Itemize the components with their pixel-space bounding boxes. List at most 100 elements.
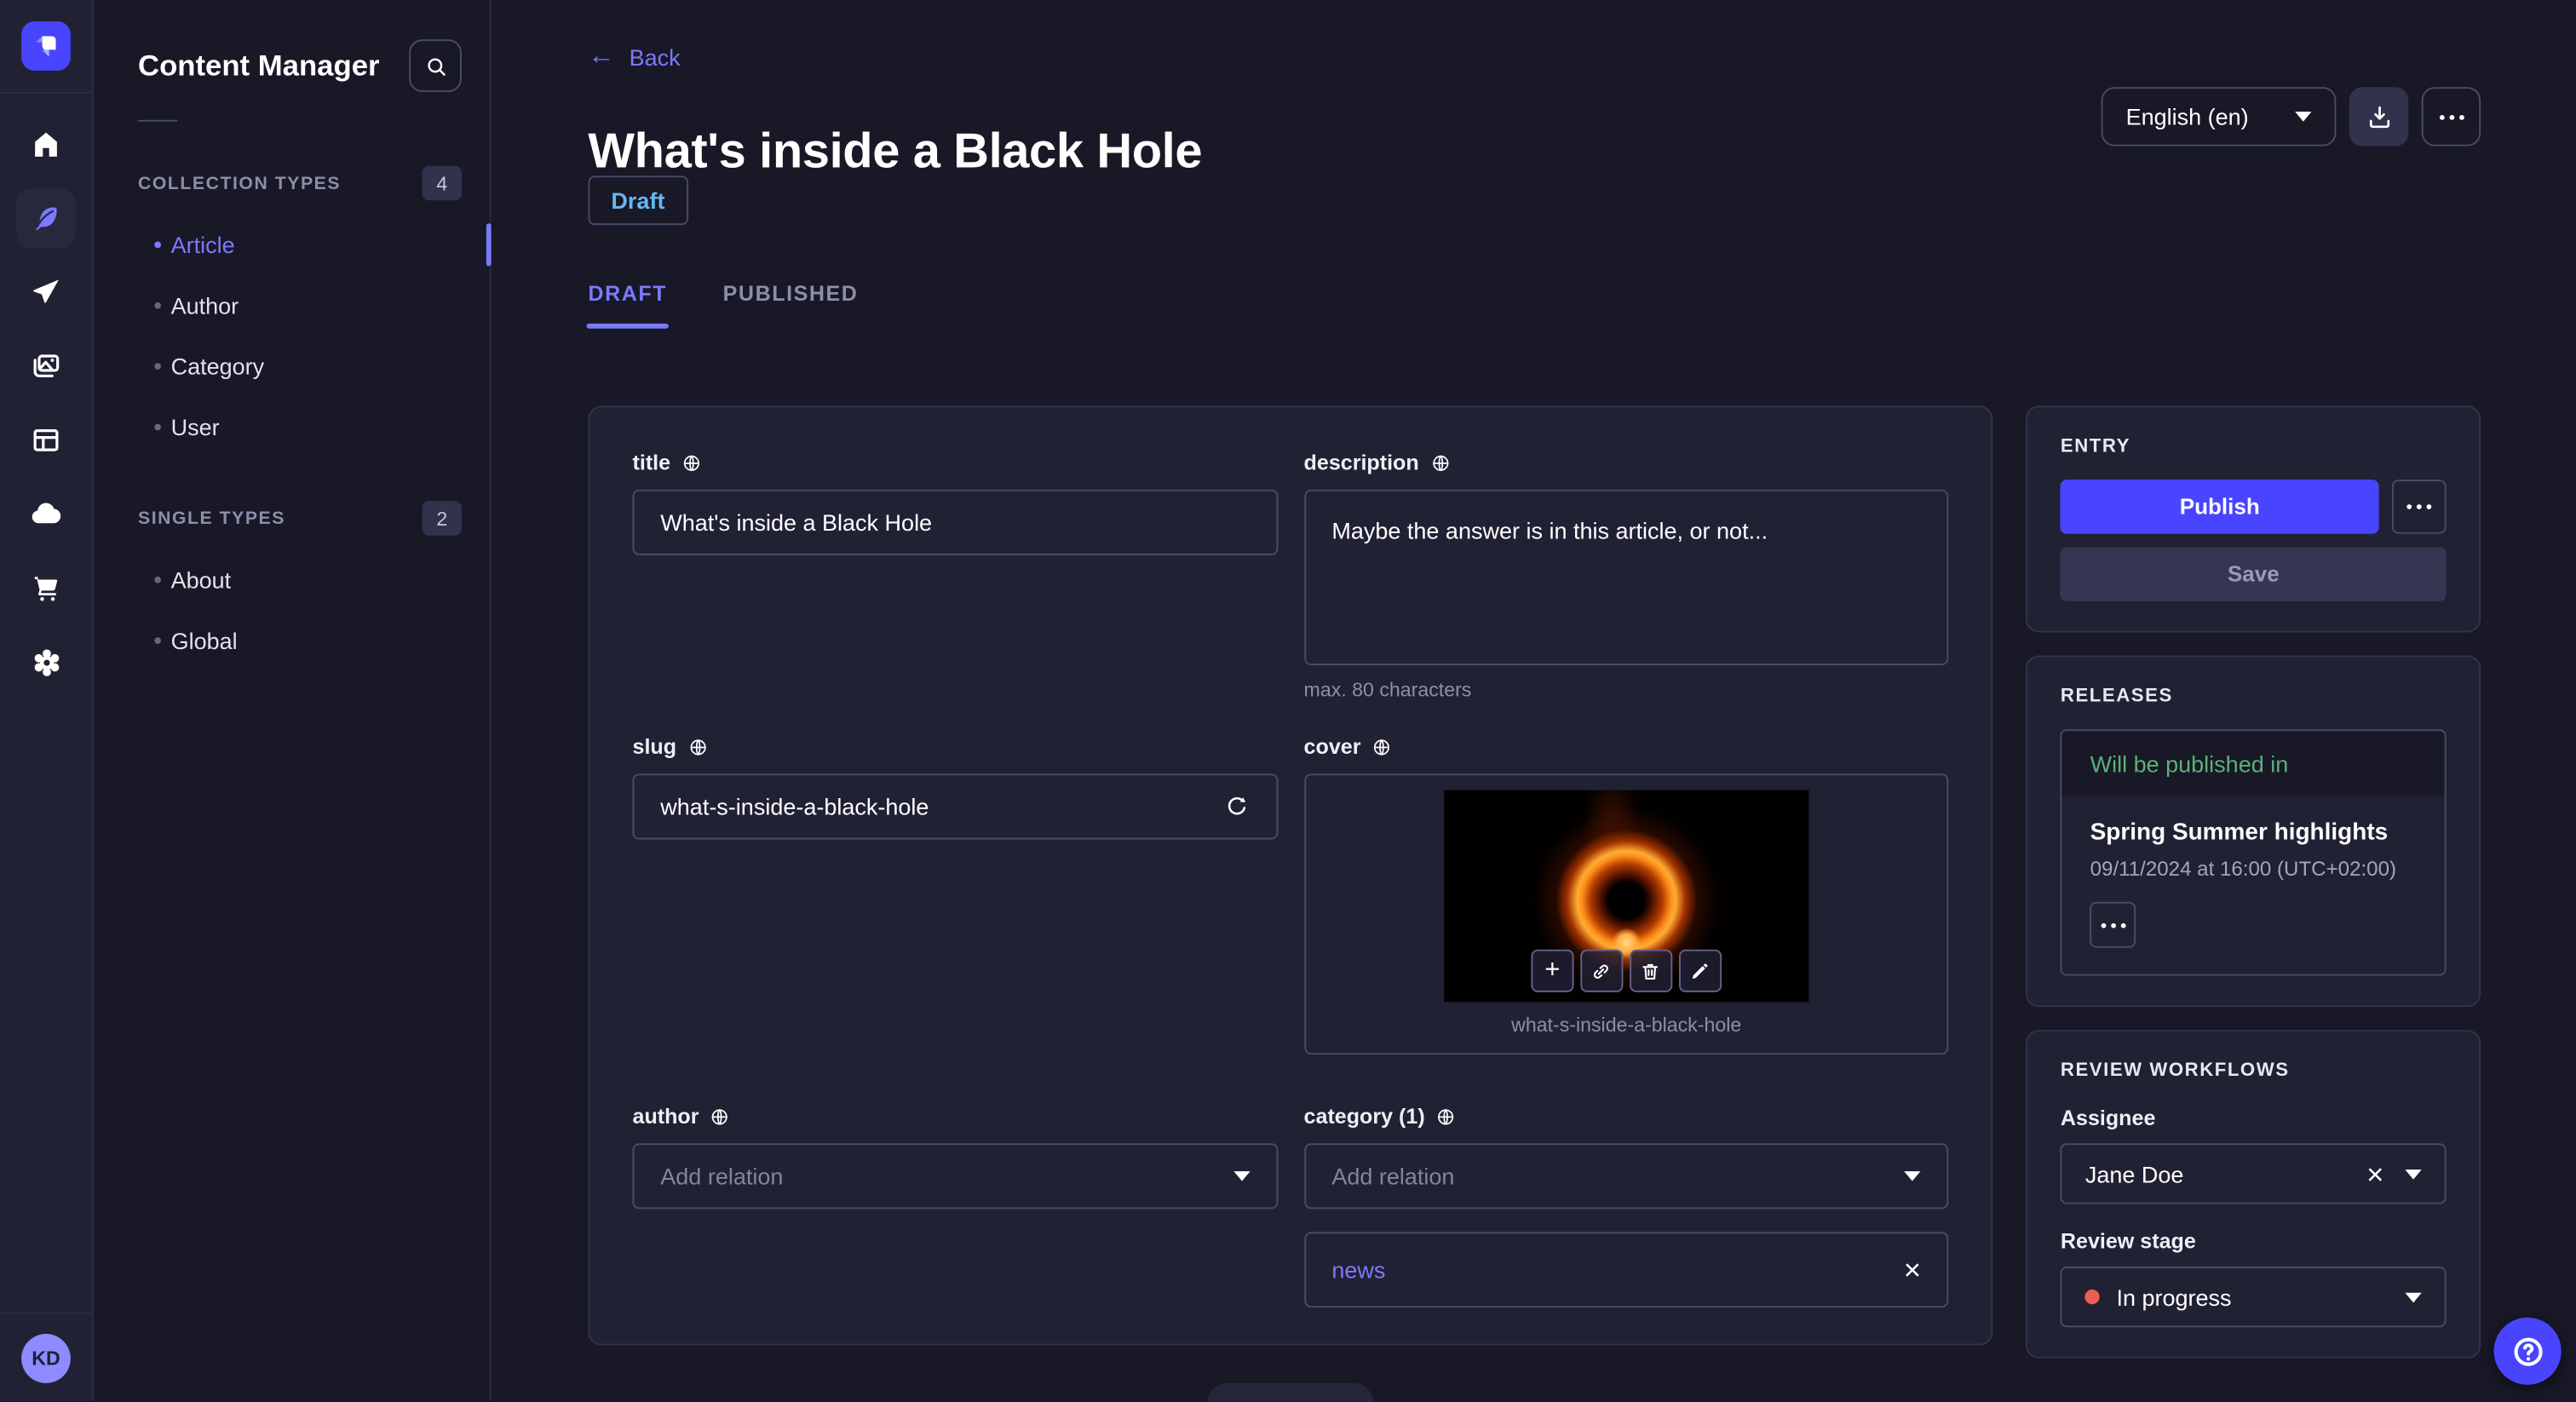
ellipsis-icon bbox=[2438, 114, 2464, 119]
review-stage-label: Review stage bbox=[2060, 1228, 2196, 1254]
bottom-widget-handle[interactable] bbox=[1207, 1382, 1374, 1402]
paper-plane-icon[interactable] bbox=[16, 263, 75, 322]
description-value: Maybe the answer is in this article, or … bbox=[1331, 517, 1768, 544]
sidebar-item-about[interactable]: About bbox=[95, 549, 490, 609]
more-options-button[interactable] bbox=[2421, 87, 2481, 147]
copy-link-button[interactable] bbox=[1580, 949, 1624, 992]
back-label: Back bbox=[629, 44, 681, 71]
gear-icon[interactable] bbox=[16, 632, 75, 691]
ellipsis-icon bbox=[2406, 504, 2432, 509]
slug-field: slug what-s-inside-a-black-hole bbox=[632, 734, 1278, 1054]
save-button[interactable]: Save bbox=[2060, 547, 2447, 601]
nav-divider bbox=[0, 91, 92, 94]
user-avatar[interactable]: KD bbox=[21, 1333, 71, 1383]
title-value: What's inside a Black Hole bbox=[660, 509, 933, 536]
globe-icon bbox=[1432, 454, 1448, 470]
title-input[interactable]: What's inside a Black Hole bbox=[632, 489, 1278, 555]
clear-assignee-icon[interactable]: × bbox=[2366, 1159, 2383, 1189]
sidebar-item-global[interactable]: Global bbox=[95, 609, 490, 669]
release-date: 09/11/2024 at 16:00 (UTC+02:00) bbox=[2090, 857, 2397, 881]
search-button[interactable] bbox=[409, 39, 462, 92]
author-label: author bbox=[632, 1103, 699, 1129]
edit-form-card: title What's inside a Black Hole descrip… bbox=[588, 405, 1993, 1346]
review-stage-select[interactable]: In progress bbox=[2060, 1266, 2447, 1328]
cover-dropzone[interactable]: + what-s-inside-a-black-hole bbox=[1303, 773, 1949, 1055]
relation-link-news[interactable]: news bbox=[1331, 1256, 1385, 1283]
entry-panel: ENTRY Publish Save bbox=[2026, 405, 2481, 633]
regenerate-icon[interactable] bbox=[1223, 793, 1250, 819]
chevron-down-icon bbox=[2295, 112, 2312, 122]
assignee-label: Assignee bbox=[2060, 1105, 2156, 1130]
locale-selector[interactable]: English (en) bbox=[2101, 87, 2337, 147]
globe-icon bbox=[712, 1108, 728, 1124]
main-content: ← Back What's inside a Black Hole Draft … bbox=[492, 0, 2576, 1402]
category-relation-combobox[interactable]: Add relation bbox=[1303, 1143, 1949, 1210]
tab-published[interactable]: PUBLISHED bbox=[723, 281, 859, 329]
description-textarea[interactable]: Maybe the answer is in this article, or … bbox=[1303, 489, 1949, 666]
title-label: title bbox=[632, 450, 671, 475]
category-field: category (1) Add relation news × bbox=[1303, 1104, 1949, 1308]
cart-icon[interactable] bbox=[16, 559, 75, 618]
delete-media-button[interactable] bbox=[1630, 949, 1673, 992]
cloud-icon[interactable] bbox=[16, 485, 75, 543]
globe-icon bbox=[1438, 1108, 1454, 1124]
cover-actions: + bbox=[1531, 949, 1722, 992]
cover-field: cover + what-s-inside-a-black-hole bbox=[1303, 734, 1949, 1055]
add-media-button[interactable]: + bbox=[1531, 949, 1574, 992]
single-types-count: 2 bbox=[422, 501, 462, 536]
globe-icon bbox=[684, 454, 700, 470]
slug-input[interactable]: what-s-inside-a-black-hole bbox=[632, 773, 1278, 840]
release-more-button[interactable] bbox=[2090, 901, 2136, 948]
release-name: Spring Summer highlights bbox=[2090, 819, 2389, 847]
sidebar-item-user[interactable]: User bbox=[95, 396, 490, 457]
sidebar-item-author[interactable]: Author bbox=[95, 274, 490, 335]
assignee-select[interactable]: Jane Doe × bbox=[2060, 1143, 2447, 1204]
strapi-logo[interactable] bbox=[21, 21, 71, 71]
feather-icon[interactable] bbox=[16, 188, 76, 249]
page-title: What's inside a Black Hole bbox=[588, 124, 1203, 180]
nav-divider-bottom bbox=[0, 1312, 92, 1314]
locale-value: English (en) bbox=[2125, 103, 2249, 130]
title-field: title What's inside a Black Hole bbox=[632, 450, 1278, 701]
back-link[interactable]: ← Back bbox=[588, 43, 681, 71]
collection-types-label: COLLECTION TYPES bbox=[137, 173, 342, 193]
subnav-title: Content Manager bbox=[137, 48, 380, 82]
help-button[interactable] bbox=[2493, 1317, 2562, 1385]
author-relation-combobox[interactable]: Add relation bbox=[632, 1143, 1278, 1210]
chevron-down-icon bbox=[2405, 1291, 2422, 1302]
category-placeholder: Add relation bbox=[1331, 1163, 1455, 1190]
cover-filename: what-s-inside-a-black-hole bbox=[1511, 1013, 1742, 1037]
stage-status-dot bbox=[2084, 1289, 2101, 1305]
right-sidebar: ENTRY Publish Save RELEASES Will be publ… bbox=[2026, 405, 2481, 1382]
tab-draft[interactable]: DRAFT bbox=[586, 281, 670, 329]
remove-relation-icon[interactable]: × bbox=[1904, 1255, 1921, 1284]
sidebar-item-category[interactable]: Category bbox=[95, 335, 490, 395]
sidebar-item-article[interactable]: Article bbox=[95, 214, 492, 274]
main-nav: KD bbox=[0, 0, 94, 1402]
media-gallery-icon[interactable] bbox=[16, 336, 75, 395]
app-root: KD Content Manager COLLECTION TYPES 4 Ar… bbox=[0, 0, 2576, 1402]
export-button[interactable] bbox=[2349, 87, 2409, 147]
home-icon[interactable] bbox=[16, 115, 75, 174]
edit-media-button[interactable] bbox=[1678, 949, 1722, 992]
publish-button[interactable]: Publish bbox=[2060, 480, 2379, 534]
author-placeholder: Add relation bbox=[660, 1163, 784, 1190]
single-types-section: SINGLE TYPES 2 About Global bbox=[95, 501, 490, 670]
globe-icon bbox=[1374, 738, 1390, 755]
status-badge: Draft bbox=[588, 175, 688, 226]
description-helper: max. 80 characters bbox=[1303, 678, 1472, 702]
version-tabs: DRAFT PUBLISHED bbox=[586, 281, 859, 329]
description-label: description bbox=[1303, 450, 1419, 475]
layout-icon[interactable] bbox=[16, 411, 75, 469]
globe-icon bbox=[690, 738, 706, 755]
collection-types-count: 4 bbox=[422, 165, 462, 201]
header-actions: English (en) bbox=[2101, 87, 2481, 147]
content-manager-subnav: Content Manager COLLECTION TYPES 4 Artic… bbox=[95, 0, 492, 1402]
back-arrow-icon: ← bbox=[588, 43, 615, 71]
stage-value: In progress bbox=[2116, 1284, 2232, 1311]
review-panel-title: REVIEW WORKFLOWS bbox=[2060, 1060, 2290, 1081]
subnav-divider bbox=[137, 119, 178, 122]
slug-value: what-s-inside-a-black-hole bbox=[660, 793, 929, 820]
entry-more-button[interactable] bbox=[2391, 480, 2447, 534]
releases-panel-title: RELEASES bbox=[2060, 687, 2173, 707]
